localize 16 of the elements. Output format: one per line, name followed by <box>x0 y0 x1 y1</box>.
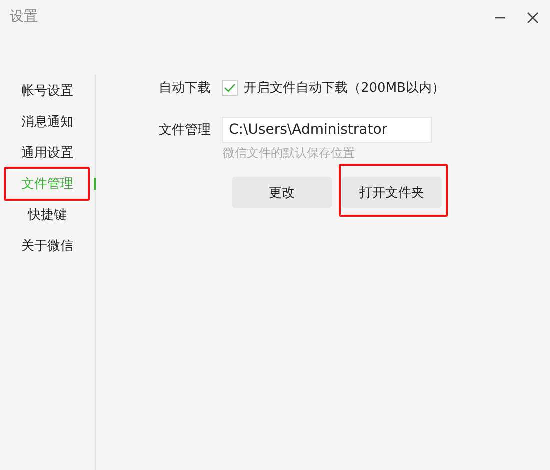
checkbox[interactable] <box>222 80 238 96</box>
checkbox-label: 开启文件自动下载（200MB以内） <box>244 80 445 97</box>
sidebar-item[interactable]: 关于微信 <box>22 236 74 254</box>
selection-indicator <box>94 178 96 190</box>
button[interactable]: 更改 <box>232 177 332 208</box>
close-icon[interactable] <box>527 12 539 24</box>
path-field[interactable]: C:\Users\Administrator <box>222 117 432 143</box>
button[interactable]: 打开文件夹 <box>342 177 442 208</box>
field-label: 文件管理 <box>158 122 212 139</box>
sidebar-item[interactable]: 快捷键 <box>28 206 67 224</box>
sidebar-item[interactable]: 通用设置 <box>22 144 74 162</box>
window-title: 设置 <box>10 8 38 26</box>
sidebar-item[interactable]: 消息通知 <box>22 112 74 130</box>
sidebar-item[interactable]: 帐号设置 <box>22 82 74 100</box>
field-label: 自动下载 <box>158 80 212 97</box>
hint-text: 微信文件的默认保存位置 <box>223 145 355 162</box>
